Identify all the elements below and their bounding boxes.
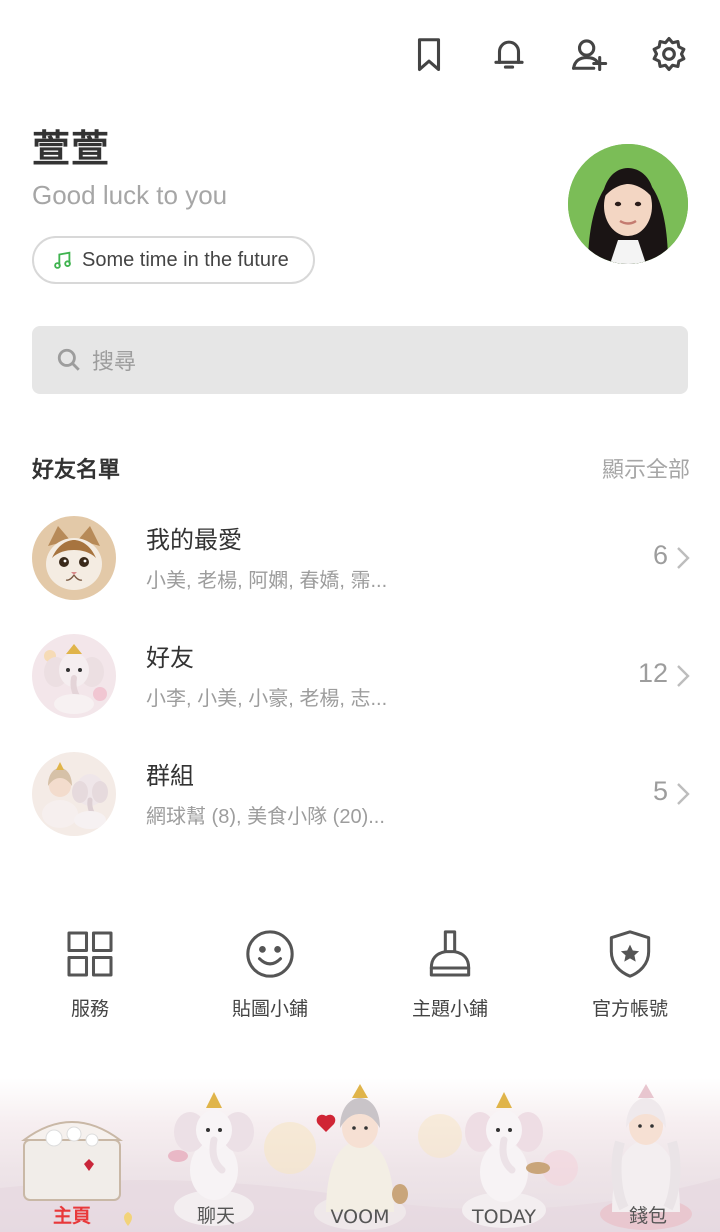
service-label: 官方帳號 — [591, 998, 668, 1020]
row-subtitle: 小美, 老楊, 阿嫻, 春嬌, 霈... — [146, 570, 388, 592]
friends-section-title: 好友名單 — [32, 458, 121, 483]
groups-avatar — [32, 752, 116, 836]
tab-chats[interactable]: 聊天 — [144, 1201, 288, 1228]
service-label: 貼圖小鋪 — [231, 998, 308, 1020]
profile-name[interactable]: 萱萱 — [32, 118, 110, 173]
bookmark-icon[interactable] — [408, 30, 450, 78]
favorites-avatar — [32, 516, 116, 600]
brush-icon — [429, 930, 471, 977]
friends-section-header: 好友名單 顯示全部 — [32, 452, 690, 484]
music-note-icon — [54, 251, 71, 269]
bell-icon[interactable] — [488, 30, 530, 78]
list-item-groups[interactable]: 群組 網球幫 (8), 美食小隊 (20)... 5 — [32, 752, 692, 842]
service-sticker-shop[interactable]: 貼圖小鋪 — [180, 926, 360, 1021]
show-all-link[interactable]: 顯示全部 — [602, 452, 690, 484]
chevron-right-icon — [674, 780, 692, 808]
profile-music-pill[interactable]: Some time in the future — [32, 236, 315, 284]
row-subtitle: 小李, 小美, 小豪, 老楊, 志... — [146, 688, 388, 710]
music-title: Some time in the future — [82, 248, 289, 271]
smiley-icon — [246, 930, 294, 978]
search-bar[interactable]: 搜尋 — [32, 326, 688, 394]
tab-today[interactable]: TODAY — [432, 1206, 576, 1228]
bottom-tab-bar: 主頁 聊天 VOOM TODAY 錢包 — [0, 1078, 720, 1232]
service-theme-shop[interactable]: 主題小鋪 — [360, 926, 540, 1021]
top-action-bar — [408, 30, 690, 78]
service-shortcuts: 服務 貼圖小鋪 主題小鋪 官方帳號 — [0, 926, 720, 1021]
chevron-right-icon — [674, 544, 692, 572]
gear-icon[interactable] — [648, 30, 690, 78]
row-title: 群組 — [146, 762, 194, 790]
list-item-friends[interactable]: 好友 小李, 小美, 小豪, 老楊, 志... 12 — [32, 634, 692, 724]
search-icon — [57, 348, 80, 371]
shield-star-icon — [609, 930, 651, 978]
row-title: 我的最愛 — [146, 526, 242, 554]
service-label: 主題小鋪 — [411, 998, 488, 1020]
service-services[interactable]: 服務 — [0, 926, 180, 1021]
grid-icon — [67, 931, 113, 977]
add-friend-icon[interactable] — [568, 30, 610, 78]
search-placeholder: 搜尋 — [92, 350, 137, 375]
profile-status-message[interactable]: Good luck to you — [32, 180, 227, 211]
row-count: 5 — [652, 776, 668, 806]
friends-avatar — [32, 634, 116, 718]
tab-home[interactable]: 主頁 — [0, 1201, 144, 1228]
service-official-accounts[interactable]: 官方帳號 — [540, 926, 720, 1021]
chevron-right-icon — [674, 662, 692, 690]
list-item-favorites[interactable]: 我的最愛 小美, 老楊, 阿嫻, 春嬌, 霈... 6 — [32, 516, 692, 606]
row-title: 好友 — [146, 644, 194, 672]
row-count: 12 — [637, 658, 668, 688]
tab-wallet[interactable]: 錢包 — [576, 1201, 720, 1228]
tab-voom[interactable]: VOOM — [288, 1206, 432, 1228]
row-subtitle: 網球幫 (8), 美食小隊 (20)... — [146, 806, 385, 828]
row-count: 6 — [652, 540, 668, 570]
service-label: 服務 — [70, 998, 109, 1020]
profile-avatar[interactable] — [568, 144, 688, 264]
